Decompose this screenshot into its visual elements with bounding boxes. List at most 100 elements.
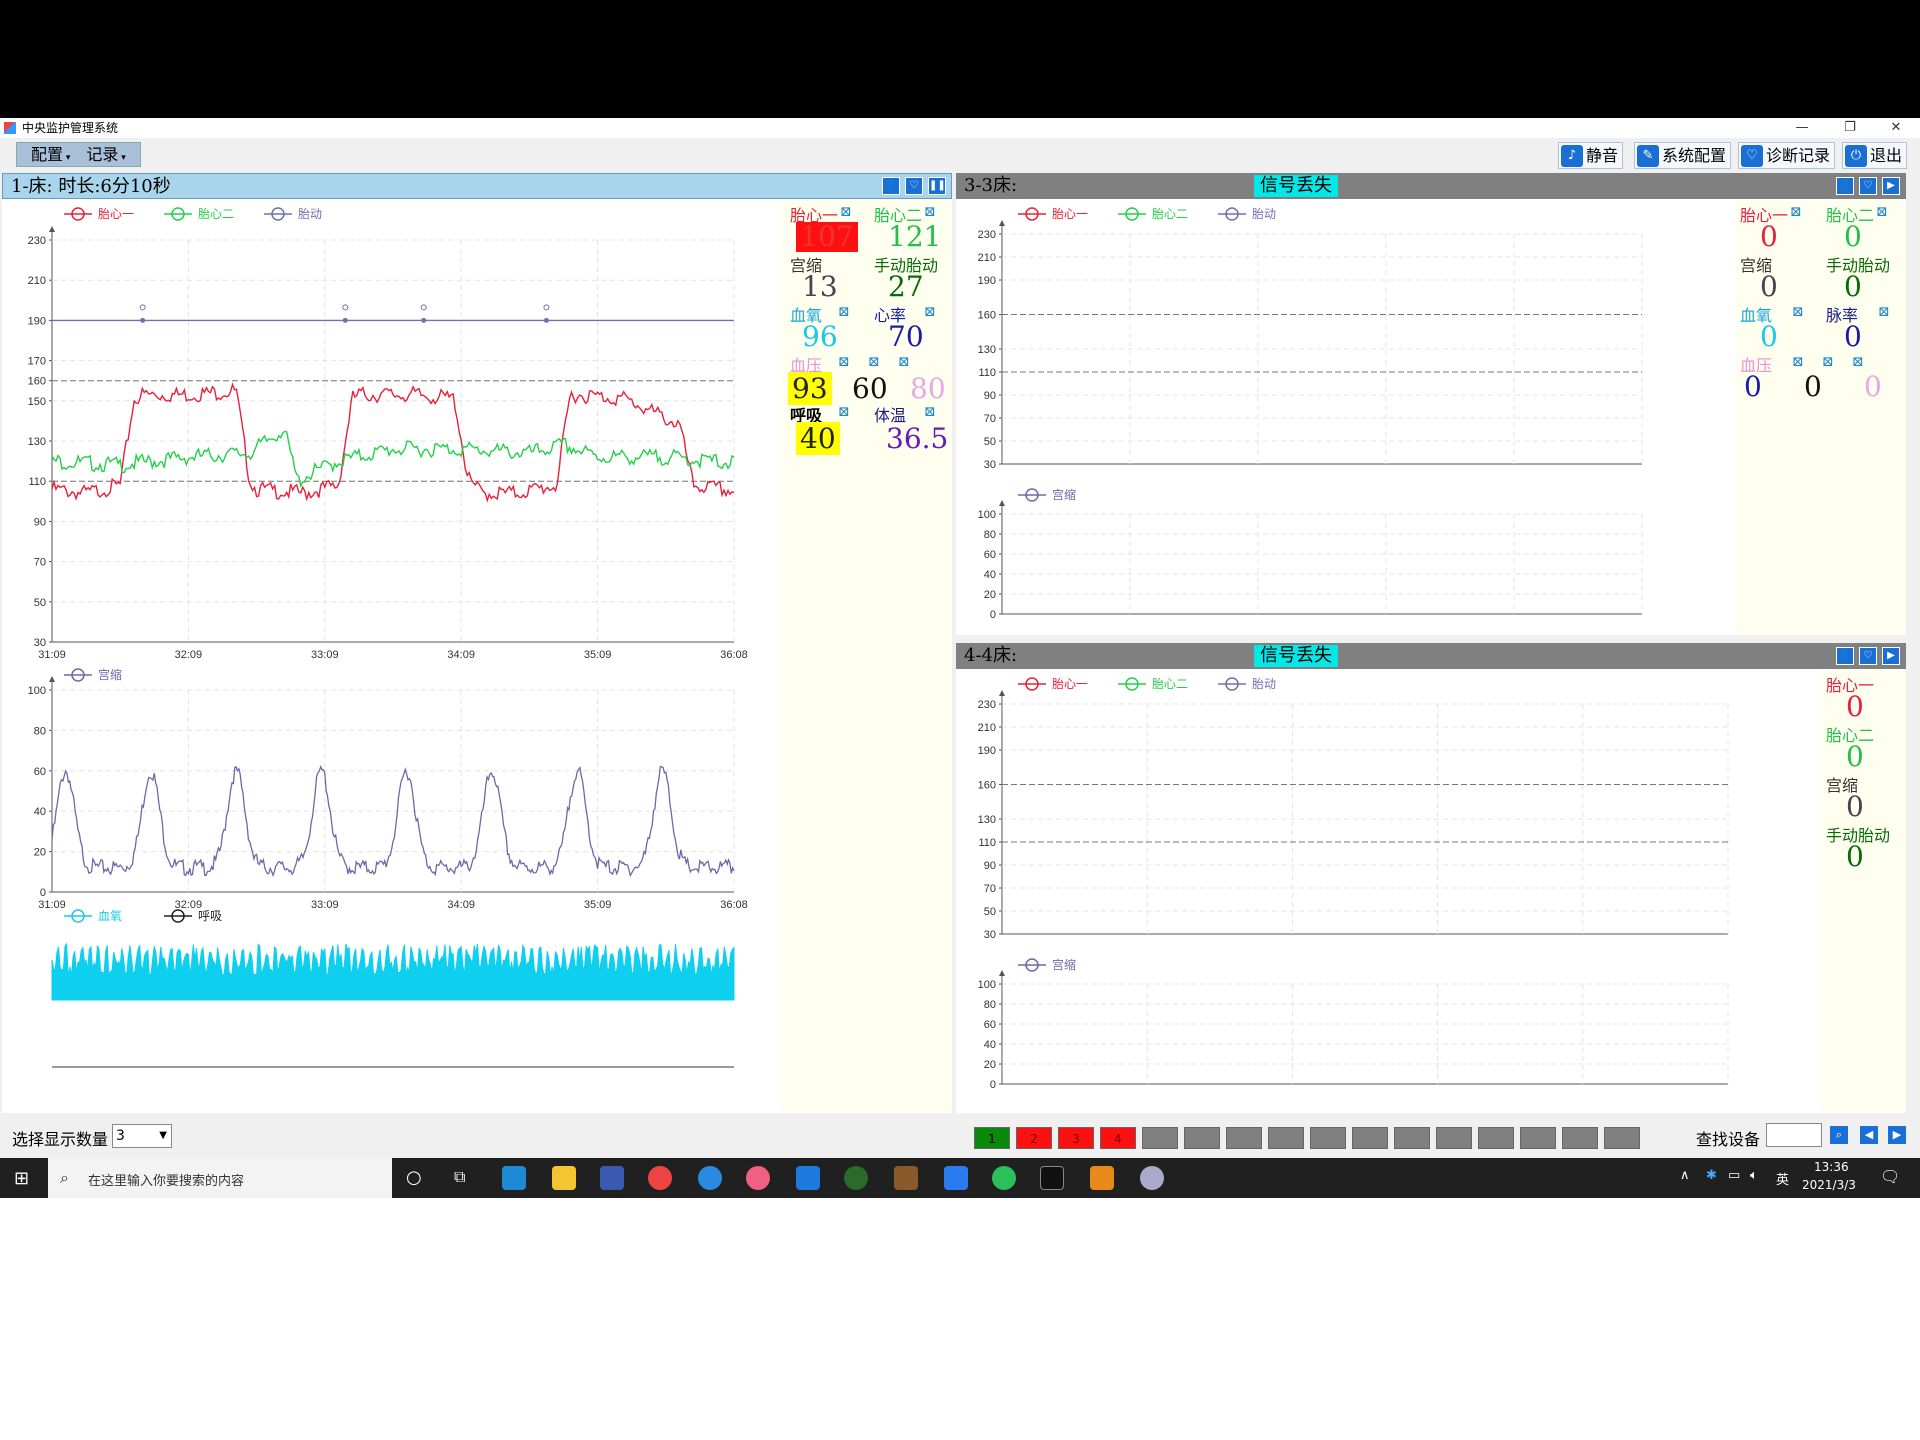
tray-chevron-icon[interactable]: ∧ — [1680, 1168, 1690, 1183]
file-explorer-icon[interactable] — [552, 1166, 576, 1190]
paint-icon[interactable] — [1140, 1166, 1164, 1190]
heart-icon[interactable]: ♡ — [1859, 177, 1877, 195]
bed-slot-5[interactable] — [1142, 1127, 1178, 1149]
bed3-toco-chart-y-tick-label: 20 — [984, 589, 996, 601]
bed4-fhr-chart-y-tick-label: 90 — [984, 860, 996, 872]
bed3-toco-legend-label: 宫缩 — [1052, 487, 1076, 502]
bed4-toco-chart-y-tick-label: 0 — [990, 1079, 996, 1091]
bed3-fhr-chart-y-tick-label: 190 — [978, 275, 996, 287]
search-icon: ⌕ — [60, 1168, 69, 1187]
prev-page-icon[interactable]: ◀ — [1860, 1126, 1878, 1144]
app-icon[interactable] — [944, 1166, 968, 1190]
volume-icon[interactable]: 🔈︎ — [1750, 1168, 1758, 1183]
bed-slot-7[interactable] — [1226, 1127, 1262, 1149]
bluetooth-icon[interactable]: ✱ — [1706, 1168, 1717, 1183]
edge-icon[interactable] — [502, 1166, 526, 1190]
bed-slot-9[interactable] — [1310, 1127, 1346, 1149]
bed4-toco-legend-label: 宫缩 — [1052, 957, 1076, 972]
search-app-icon[interactable] — [698, 1166, 722, 1190]
heart-icon[interactable]: ♡ — [905, 177, 923, 195]
series-line-胎心二 — [51, 430, 735, 489]
bed4-toco-chart-y-arrow — [999, 970, 1005, 976]
bp-mean-value: 0 — [1864, 370, 1882, 403]
app-icon[interactable] — [746, 1166, 770, 1190]
menu-record[interactable]: 记录 — [78, 143, 133, 166]
cortana-icon[interactable]: ○ — [406, 1167, 422, 1188]
app-icon[interactable] — [894, 1166, 918, 1190]
bed-slot-10[interactable] — [1352, 1127, 1388, 1149]
toco-chart-y-tick-label: 0 — [40, 887, 46, 899]
bp-dia-value: 60 — [852, 372, 888, 405]
monitor-app-icon[interactable] — [1090, 1166, 1114, 1190]
pause-icon[interactable]: ❚❚ — [928, 177, 946, 195]
ime-indicator[interactable]: 英 — [1776, 1169, 1789, 1188]
bed4-header-buttons: 👤 ♡ ▶ — [1836, 647, 1900, 665]
bed-slot-15[interactable] — [1562, 1127, 1598, 1149]
bed4-toco-chart-y-tick-label: 80 — [984, 999, 996, 1011]
bed-slot-2[interactable]: 2 — [1016, 1127, 1052, 1149]
user-icon[interactable]: 👤 — [882, 177, 900, 195]
fetal-movement-marker — [140, 317, 146, 323]
bed-slot-12[interactable] — [1436, 1127, 1472, 1149]
search-icon[interactable]: ⌕ — [1830, 1126, 1848, 1144]
bed-slot-11[interactable] — [1394, 1127, 1430, 1149]
vscode-icon[interactable] — [796, 1166, 820, 1190]
toco-chart-y-tick-label: 100 — [28, 685, 46, 697]
fhr2-value: 121 — [888, 220, 942, 253]
bed3-toco-chart-y-tick-label: 0 — [990, 609, 996, 621]
terminal-icon[interactable] — [1040, 1166, 1064, 1190]
settings-button[interactable]: ✎ 系统配置 — [1634, 142, 1732, 169]
network-icon[interactable]: ▭ — [1728, 1168, 1740, 1183]
settings-label: 系统配置 — [1662, 146, 1727, 165]
fetal-movement-marker-top — [543, 304, 550, 311]
fhr1-value: 0 — [1760, 220, 1778, 253]
play-icon[interactable]: ▶ — [1882, 647, 1900, 665]
bed-slot-6[interactable] — [1184, 1127, 1220, 1149]
exit-label: 退出 — [1870, 146, 1903, 165]
notification-icon[interactable]: 🗨︎ — [1880, 1167, 1900, 1186]
bed-slot-13[interactable] — [1478, 1127, 1514, 1149]
bed3-fhr-chart-y-tick-label: 230 — [978, 229, 996, 241]
bed-slot-14[interactable] — [1520, 1127, 1556, 1149]
restore-button[interactable]: ❐ — [1830, 118, 1870, 138]
menu-config[interactable]: 配置 — [23, 143, 78, 166]
play-icon[interactable]: ▶ — [1882, 177, 1900, 195]
bp-sys-value: 93 — [788, 372, 832, 405]
bed3-fhr1-legend-label: 胎心一 — [1052, 207, 1088, 221]
next-page-icon[interactable]: ▶ — [1888, 1126, 1906, 1144]
wrench-icon: ✎ — [1637, 144, 1659, 167]
bed4-fhr-chart-y-tick-label: 50 — [984, 906, 996, 918]
app-icon[interactable] — [844, 1166, 868, 1190]
bed3-toco-chart-y-tick-label: 60 — [984, 549, 996, 561]
fhr-chart-y-tick-label: 90 — [34, 516, 46, 528]
fhr-chart-y-tick-label: 210 — [28, 275, 46, 287]
exit-button[interactable]: ⏻ 退出 — [1842, 142, 1908, 169]
bed-slot-16[interactable] — [1604, 1127, 1640, 1149]
bed-slot-3[interactable]: 3 — [1058, 1127, 1094, 1149]
bed1-header: 1-床: 时长:6分10秒 — [2, 173, 952, 199]
clock-time: 13:36 — [1814, 1160, 1849, 1174]
chrome-icon[interactable] — [648, 1166, 672, 1190]
alarm-icon: ⊠ — [1876, 204, 1888, 220]
diagnosis-record-button[interactable]: ♡ 诊断记录 — [1738, 142, 1836, 169]
user-icon[interactable]: 👤 — [1836, 177, 1854, 195]
bed-slot-1[interactable]: 1 — [974, 1127, 1010, 1149]
bed-slot-4[interactable]: 4 — [1100, 1127, 1136, 1149]
save-app-icon[interactable] — [600, 1166, 624, 1190]
diag-label: 诊断记录 — [1766, 146, 1831, 165]
wechat-icon[interactable] — [992, 1166, 1016, 1190]
mute-button[interactable]: ♪ 静音 — [1558, 142, 1624, 169]
close-button[interactable]: ✕ — [1876, 118, 1916, 138]
user-icon[interactable]: 👤 — [1836, 647, 1854, 665]
alarm-icon: ⊠ — [1790, 204, 1802, 220]
bed-slot-8[interactable] — [1268, 1127, 1304, 1149]
select-count-dropdown[interactable]: 3 ▼ — [112, 1124, 172, 1148]
bed3-signal-lost: 信号丢失 — [1254, 175, 1338, 197]
taskbar-search[interactable]: ⌕ 在这里输入你要搜索的内容 — [48, 1158, 392, 1198]
bed3-fhr-chart-y-tick-label: 50 — [984, 436, 996, 448]
heart-icon[interactable]: ♡ — [1859, 647, 1877, 665]
minimize-button[interactable]: — — [1782, 118, 1822, 138]
task-view-icon[interactable]: ⧉ — [454, 1167, 465, 1187]
windows-start-icon[interactable]: ⊞ — [14, 1168, 29, 1189]
find-device-input[interactable] — [1766, 1123, 1822, 1147]
